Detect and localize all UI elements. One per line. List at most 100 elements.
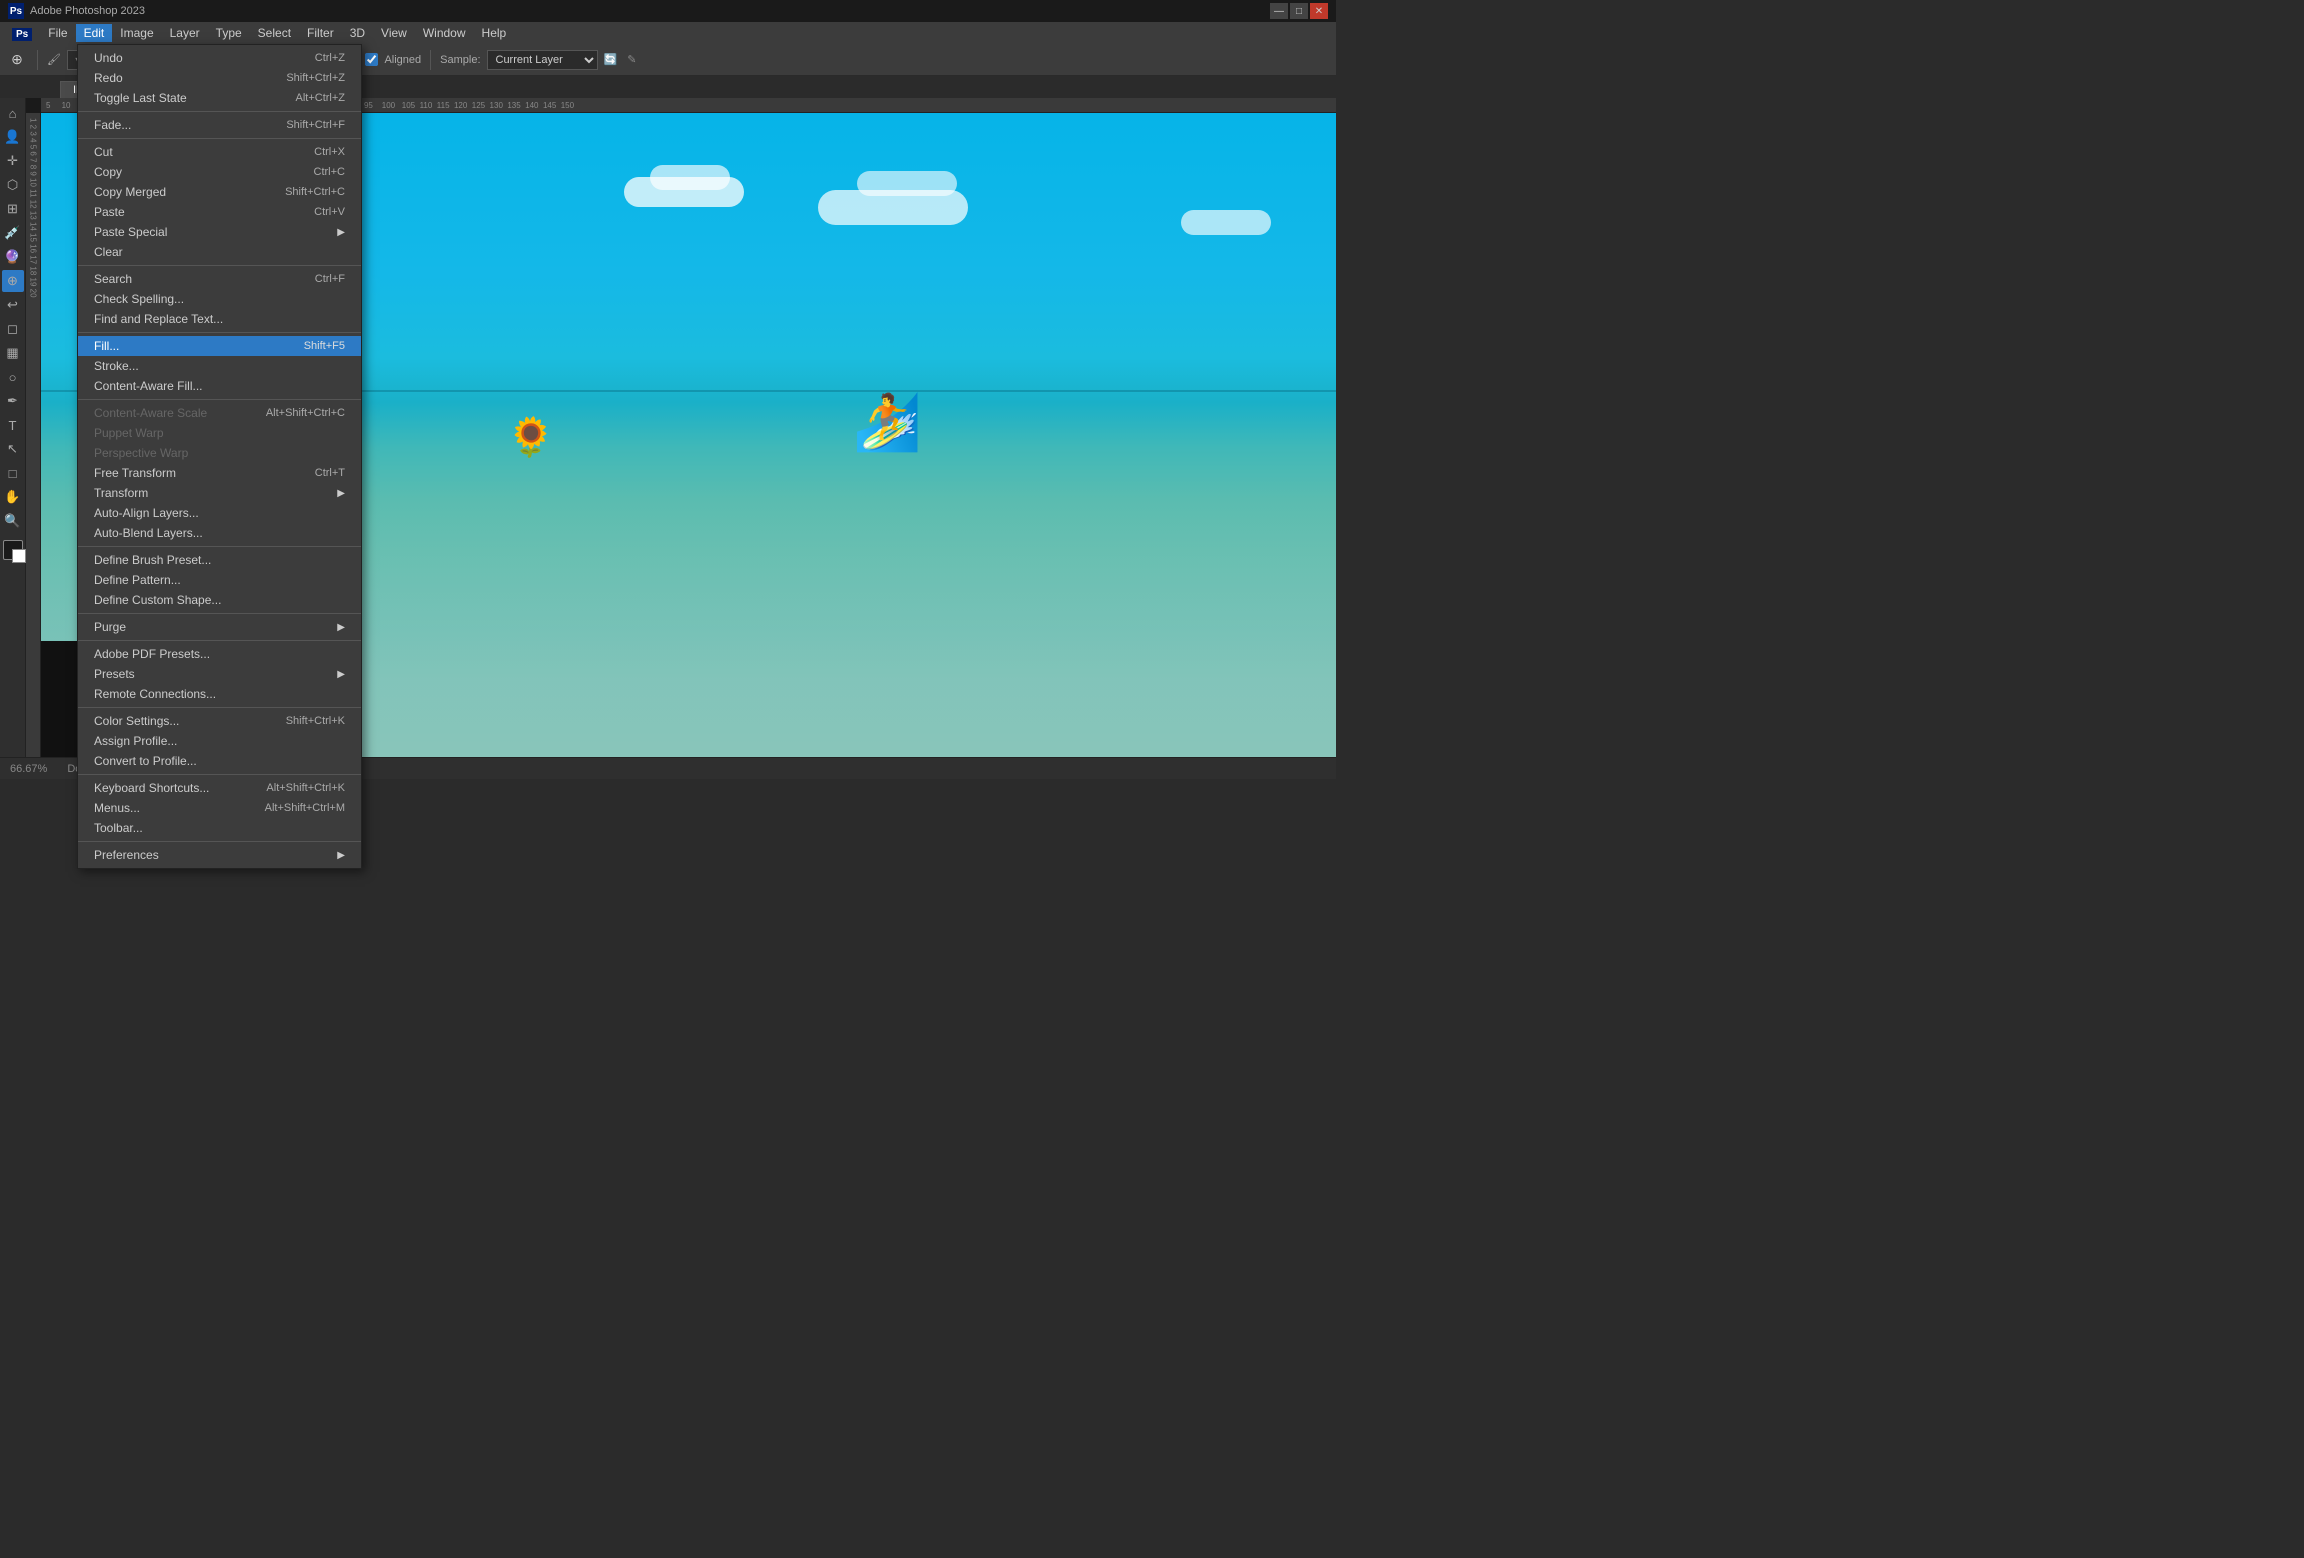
menu-item-stroke---[interactable]: Stroke... <box>78 356 361 376</box>
history-brush-tool[interactable]: ↩ <box>2 294 24 316</box>
menu-item-find-and-replace-text---[interactable]: Find and Replace Text... <box>78 309 361 329</box>
menu-item-toggle-last-state[interactable]: Toggle Last StateAlt+Ctrl+Z <box>78 88 361 108</box>
menu-item-define-custom-shape---[interactable]: Define Custom Shape... <box>78 590 361 610</box>
menu-help[interactable]: Help <box>474 24 515 42</box>
maximize-button[interactable]: □ <box>1290 3 1308 19</box>
menu-item-label: Assign Profile... <box>94 734 345 748</box>
pen-tool[interactable]: ✒ <box>2 390 24 412</box>
menu-filter[interactable]: Filter <box>299 24 342 42</box>
menu-item-shortcut: Shift+Ctrl+Z <box>286 72 345 84</box>
menu-item-cut[interactable]: Cut Ctrl+X <box>78 142 361 162</box>
title-bar-title: Adobe Photoshop 2023 <box>30 5 145 17</box>
menu-item-keyboard-shortcuts---[interactable]: Keyboard Shortcuts...Alt+Shift+Ctrl+K <box>78 778 361 798</box>
gradient-tool[interactable]: ▦ <box>2 342 24 364</box>
menu-item-remote-connections---[interactable]: Remote Connections... <box>78 684 361 704</box>
minimize-button[interactable]: — <box>1270 3 1288 19</box>
menu-item-label: Auto-Blend Layers... <box>94 526 345 540</box>
cloud-4 <box>857 171 957 196</box>
menu-item-search[interactable]: SearchCtrl+F <box>78 269 361 289</box>
menu-select[interactable]: Select <box>250 24 299 42</box>
menu-window[interactable]: Window <box>415 24 474 42</box>
menu-item-define-brush-preset---[interactable]: Define Brush Preset... <box>78 550 361 570</box>
menu-image[interactable]: Image <box>112 24 161 42</box>
path-select-tool[interactable]: ↖ <box>2 438 24 460</box>
menu-item-presets[interactable]: Presets ▶ <box>78 664 361 684</box>
sample-dropdown[interactable]: Current Layer All Layers Current & Below <box>487 50 598 70</box>
edit-menu-dropdown: UndoCtrl+ZRedoShift+Ctrl+ZToggle Last St… <box>77 44 362 869</box>
menu-item-copy[interactable]: CopyCtrl+C <box>78 162 361 182</box>
menu-item-clear[interactable]: Clear <box>78 242 361 262</box>
menu-item-check-spelling---[interactable]: Check Spelling... <box>78 289 361 309</box>
menu-item-toolbar---[interactable]: Toolbar... <box>78 818 361 838</box>
menu-item-label: Color Settings... <box>94 714 266 728</box>
menu-type[interactable]: Type <box>208 24 250 42</box>
menu-edit[interactable]: Edit <box>76 24 113 42</box>
menu-item-puppet-warp: Puppet Warp <box>78 423 361 443</box>
menu-item-shortcut: Shift+Ctrl+K <box>286 715 345 727</box>
menu-item-shortcut: Alt+Shift+Ctrl+K <box>266 782 345 794</box>
aligned-label: Aligned <box>384 54 421 66</box>
aligned-checkbox[interactable] <box>365 53 378 66</box>
menu-item-copy-merged[interactable]: Copy MergedShift+Ctrl+C <box>78 182 361 202</box>
zoom-tool[interactable]: 🔍 <box>2 510 24 532</box>
menu-item-adobe-pdf-presets---[interactable]: Adobe PDF Presets... <box>78 644 361 664</box>
clone-stamp-tool[interactable]: ⊕ <box>2 270 24 292</box>
menu-item-shortcut: Alt+Shift+Ctrl+M <box>265 802 345 814</box>
menu-item-shortcut: Ctrl+X <box>314 146 345 158</box>
menu-item-redo[interactable]: RedoShift+Ctrl+Z <box>78 68 361 88</box>
menu-layer[interactable]: Layer <box>162 24 208 42</box>
eraser-tool[interactable]: ◻ <box>2 318 24 340</box>
menu-item-define-pattern---[interactable]: Define Pattern... <box>78 570 361 590</box>
menu-item-label: Presets <box>94 667 329 681</box>
window-controls: — □ ✕ <box>1270 3 1328 19</box>
menu-item-auto-blend-layers---[interactable]: Auto-Blend Layers... <box>78 523 361 543</box>
menu-file[interactable]: File <box>40 24 75 42</box>
menu-item-label: Auto-Align Layers... <box>94 506 345 520</box>
menu-item-label: Search <box>94 272 295 286</box>
spot-heal-tool[interactable]: 🔮 <box>2 246 24 268</box>
menu-item-label: Paste <box>94 205 294 219</box>
ruler-left: 1 2 3 4 5 6 7 8 9 10 11 12 13 14 15 16 1… <box>26 113 41 757</box>
menu-item-content-aware-fill---[interactable]: Content-Aware Fill... <box>78 376 361 396</box>
menu-item-convert-to-profile---[interactable]: Convert to Profile... <box>78 751 361 771</box>
menu-item-shortcut: Alt+Ctrl+Z <box>295 92 345 104</box>
menu-item-transform[interactable]: Transform▶ <box>78 483 361 503</box>
menu-item-free-transform[interactable]: Free TransformCtrl+T <box>78 463 361 483</box>
menu-item-assign-profile---[interactable]: Assign Profile... <box>78 731 361 751</box>
menu-item-preferences[interactable]: Preferences▶ <box>78 845 361 865</box>
eyedropper-tool[interactable]: 💉 <box>2 222 24 244</box>
submenu-arrow-icon: ▶ <box>337 669 345 680</box>
menu-item-purge[interactable]: Purge▶ <box>78 617 361 637</box>
close-button[interactable]: ✕ <box>1310 3 1328 19</box>
dodge-tool[interactable]: ○ <box>2 366 24 388</box>
menu-item-label: Cut <box>94 145 294 159</box>
menu-item-menus---[interactable]: Menus...Alt+Shift+Ctrl+M <box>78 798 361 818</box>
menu-view[interactable]: View <box>373 24 415 42</box>
app-icon: Ps <box>8 3 24 19</box>
menu-item-label: Undo <box>94 51 295 65</box>
menu-item-color-settings---[interactable]: Color Settings... Shift+Ctrl+K <box>78 711 361 731</box>
menu-item-fade---[interactable]: Fade...Shift+Ctrl+F <box>78 115 361 135</box>
menu-item-perspective-warp: Perspective Warp <box>78 443 361 463</box>
type-tool[interactable]: T <box>2 414 24 436</box>
crop-tool[interactable]: ⊞ <box>2 198 24 220</box>
menu-item-paste-special[interactable]: Paste Special▶ <box>78 222 361 242</box>
menu-separator-16 <box>78 332 361 333</box>
menu-3d[interactable]: 3D <box>342 24 373 42</box>
foreground-color[interactable] <box>3 540 23 560</box>
extra-icon: ✎ <box>627 53 636 66</box>
menu-item-shortcut: Ctrl+V <box>314 206 345 218</box>
menu-ps[interactable]: Ps <box>4 24 40 42</box>
avatar-tool[interactable]: 👤 <box>2 126 24 148</box>
lasso-tool[interactable]: ⬡ <box>2 174 24 196</box>
hand-tool[interactable]: ✋ <box>2 486 24 508</box>
move-tool[interactable]: ✛ <box>2 150 24 172</box>
shape-tool[interactable]: □ <box>2 462 24 484</box>
menu-item-label: Define Pattern... <box>94 573 345 587</box>
menu-item-fill---[interactable]: Fill...Shift+F5 <box>78 336 361 356</box>
menu-item-undo[interactable]: UndoCtrl+Z <box>78 48 361 68</box>
home-tool[interactable]: ⌂ <box>2 102 24 124</box>
separator-5 <box>430 50 431 70</box>
menu-item-paste[interactable]: Paste Ctrl+V <box>78 202 361 222</box>
menu-item-auto-align-layers---[interactable]: Auto-Align Layers... <box>78 503 361 523</box>
